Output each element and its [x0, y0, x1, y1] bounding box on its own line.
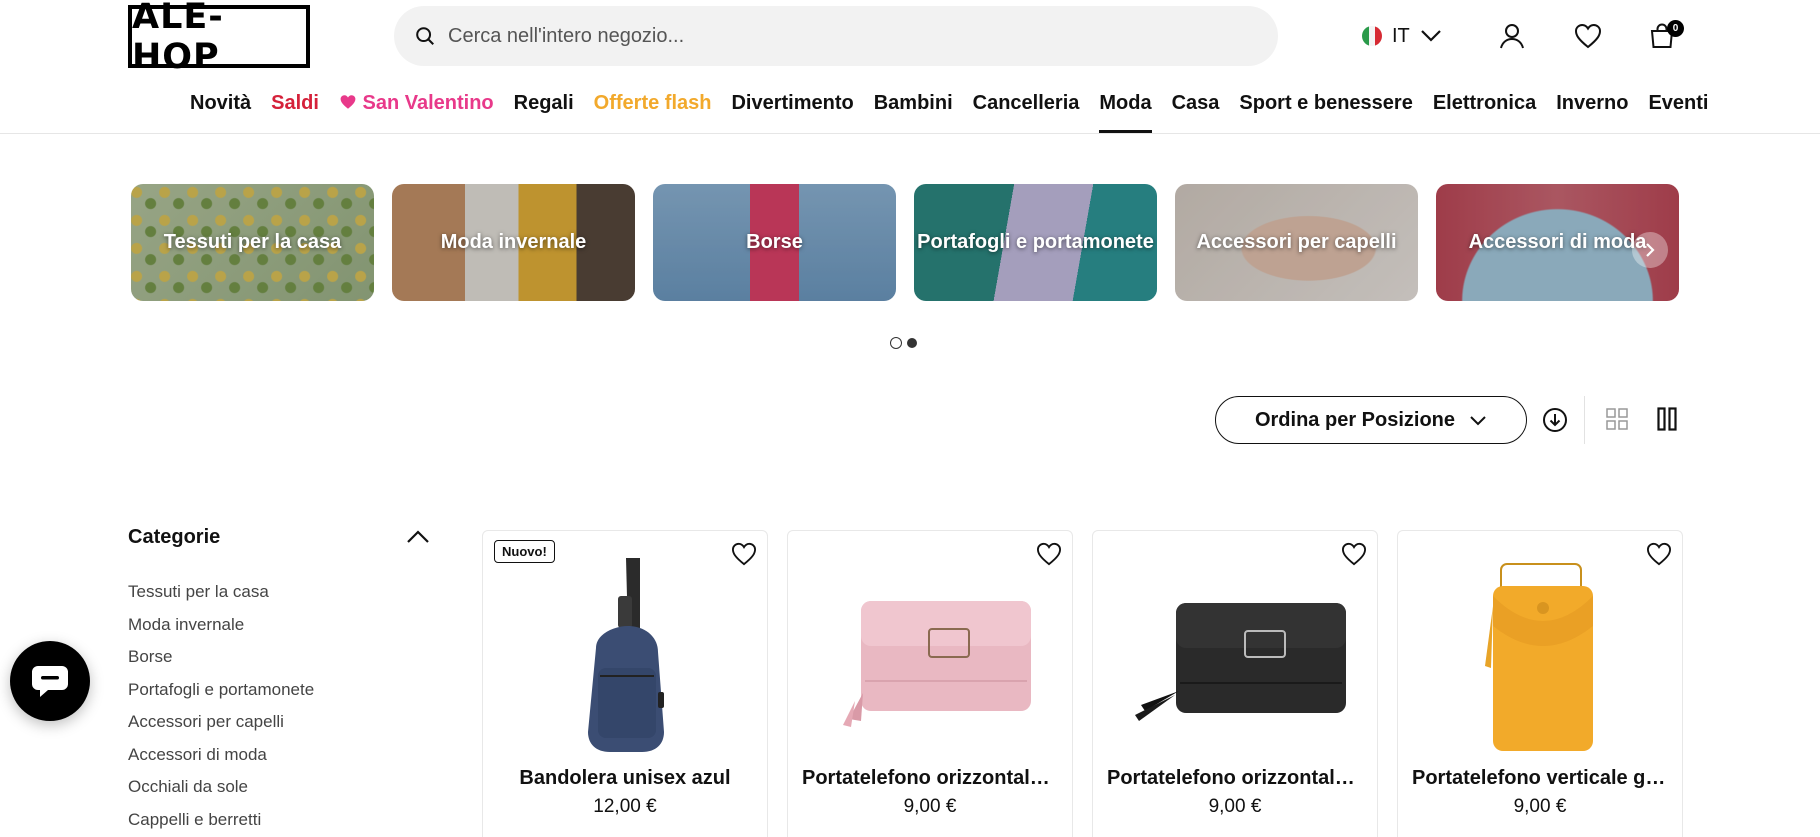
category-card-tessuti[interactable]: Tessuti per la casa [131, 184, 374, 301]
chevron-down-icon [1421, 30, 1441, 42]
product-image[interactable] [1418, 543, 1664, 768]
account-button[interactable] [1494, 18, 1530, 54]
category-label: Portafogli e portamonete [917, 231, 1154, 253]
nav-item-novita[interactable]: Novità [180, 88, 261, 131]
arrow-down-circle-icon [1543, 408, 1567, 432]
product-price: 9,00 € [903, 796, 957, 817]
sort-label: Ordina per Posizione [1254, 408, 1456, 431]
nav-item-elettronica[interactable]: Elettronica [1423, 88, 1546, 131]
heart-icon [1574, 23, 1602, 49]
category-filter-title: Categorie [128, 525, 221, 548]
product-name[interactable]: Portatelefono orizzontale nero [1093, 767, 1377, 790]
search-input[interactable] [448, 24, 1228, 48]
nav-item-bambini[interactable]: Bambini [864, 88, 963, 131]
product-image[interactable] [1113, 543, 1359, 768]
nav-item-casa[interactable]: Casa [1162, 88, 1230, 131]
category-filter-item[interactable]: Borse [128, 647, 430, 680]
category-filter-item[interactable]: Accessori per capelli [128, 712, 430, 745]
product-card[interactable]: Portatelefono orizzontale rosa 9,00 € [787, 530, 1073, 837]
main-navigation: Novità Saldi San Valentino Regali Offert… [180, 88, 1718, 133]
sort-dropdown[interactable]: Ordina per Posizione [1215, 396, 1527, 444]
language-selector[interactable]: IT [1362, 20, 1442, 52]
columns-view-button[interactable] [1654, 406, 1680, 432]
nav-item-regali[interactable]: Regali [504, 88, 584, 131]
product-price: 9,00 € [1208, 796, 1262, 817]
new-badge: Nuovo! [494, 540, 555, 563]
wishlist-button[interactable] [1570, 18, 1606, 54]
language-code: IT [1392, 24, 1410, 47]
category-filter-item[interactable]: Portafogli e portamonete [128, 680, 430, 713]
product-card[interactable]: Portatelefono verticale giallo 9,00 € [1397, 530, 1683, 837]
product-name[interactable]: Portatelefono verticale giallo [1398, 767, 1682, 790]
nav-item-offerte-flash[interactable]: Offerte flash [584, 88, 722, 131]
nav-label-saldi: Saldi [271, 92, 319, 114]
grid-view-button[interactable] [1604, 406, 1630, 432]
category-label: Tessuti per la casa [163, 231, 342, 253]
category-filter-item[interactable]: Cappelli e berretti [128, 810, 430, 837]
heart-icon[interactable] [731, 542, 757, 566]
chevron-up-icon [407, 530, 429, 543]
category-filter-item[interactable]: Moda invernale [128, 615, 430, 648]
category-filter-header[interactable]: Categorie [128, 522, 430, 552]
chat-bubble-icon [32, 666, 68, 697]
heart-filled-icon [340, 95, 356, 109]
category-label: Accessori di moda [1468, 231, 1647, 253]
heart-icon[interactable] [1341, 542, 1367, 566]
chevron-down-icon [1470, 415, 1486, 425]
nav-item-saldi[interactable]: Saldi [261, 88, 329, 131]
product-image[interactable] [808, 543, 1054, 768]
category-label: Borse [746, 231, 803, 253]
category-filter-item[interactable]: Occhiali da sole [128, 777, 430, 810]
cart-count-badge: 0 [1667, 20, 1684, 37]
category-filter: Categorie Tessuti per la casa Moda inver… [128, 522, 430, 837]
product-card[interactable]: Nuovo! Bandolera unisex azul 12,00 € [482, 530, 768, 837]
nav-item-moda[interactable]: Moda [1089, 88, 1161, 133]
product-name[interactable]: Portatelefono orizzontale rosa [788, 767, 1072, 790]
heart-icon[interactable] [1036, 542, 1062, 566]
category-filter-list: Tessuti per la casa Moda invernale Borse… [128, 582, 430, 837]
italy-flag-icon [1362, 26, 1382, 46]
category-carousel: Tessuti per la casa Moda invernale Borse… [131, 184, 1682, 301]
nav-item-cancelleria[interactable]: Cancelleria [963, 88, 1090, 131]
category-card-moda-invernale[interactable]: Moda invernale [392, 184, 635, 301]
carousel-dot-2[interactable] [907, 338, 917, 348]
nav-item-sport-e-benessere[interactable]: Sport e benessere [1229, 88, 1422, 131]
product-image[interactable] [503, 543, 749, 768]
nav-item-san-valentino[interactable]: San Valentino [329, 88, 504, 131]
product-price: 12,00 € [593, 796, 657, 817]
product-card[interactable]: Portatelefono orizzontale nero 9,00 € [1092, 530, 1378, 837]
nav-item-inverno[interactable]: Inverno [1546, 88, 1638, 131]
user-icon [1500, 24, 1524, 49]
nav-item-eventi[interactable]: Eventi [1638, 88, 1718, 131]
cart-button[interactable]: 0 [1644, 18, 1684, 54]
heart-icon[interactable] [1646, 542, 1672, 566]
chat-button[interactable] [10, 641, 90, 721]
product-name[interactable]: Bandolera unisex azul [483, 767, 767, 790]
columns-2-icon [1657, 407, 1677, 431]
sort-direction-button[interactable] [1541, 406, 1569, 434]
grid-4-icon [1606, 408, 1628, 430]
carousel-pagination [890, 337, 917, 349]
category-label: Moda invernale [440, 231, 587, 253]
search-bar[interactable] [394, 6, 1278, 66]
category-card-accessori-capelli[interactable]: Accessori per capelli [1175, 184, 1418, 301]
ale-hop-logo[interactable]: ALE-HOP [128, 0, 310, 77]
category-filter-item[interactable]: Accessori di moda [128, 745, 430, 778]
toolbar-divider [1584, 396, 1585, 444]
category-card-borse[interactable]: Borse [653, 184, 896, 301]
carousel-next-button[interactable] [1632, 232, 1668, 268]
carousel-dot-1[interactable] [890, 337, 902, 349]
category-filter-item[interactable]: Tessuti per la casa [128, 582, 430, 615]
category-card-portafogli[interactable]: Portafogli e portamonete [914, 184, 1157, 301]
chevron-right-icon [1646, 243, 1655, 257]
site-header: ALE-HOP IT 0 Novità Saldi San Valentino … [0, 0, 1820, 134]
search-icon [416, 27, 434, 45]
product-price: 9,00 € [1513, 796, 1567, 817]
category-label: Accessori per capelli [1196, 231, 1397, 253]
nav-item-divertimento[interactable]: Divertimento [721, 88, 863, 131]
